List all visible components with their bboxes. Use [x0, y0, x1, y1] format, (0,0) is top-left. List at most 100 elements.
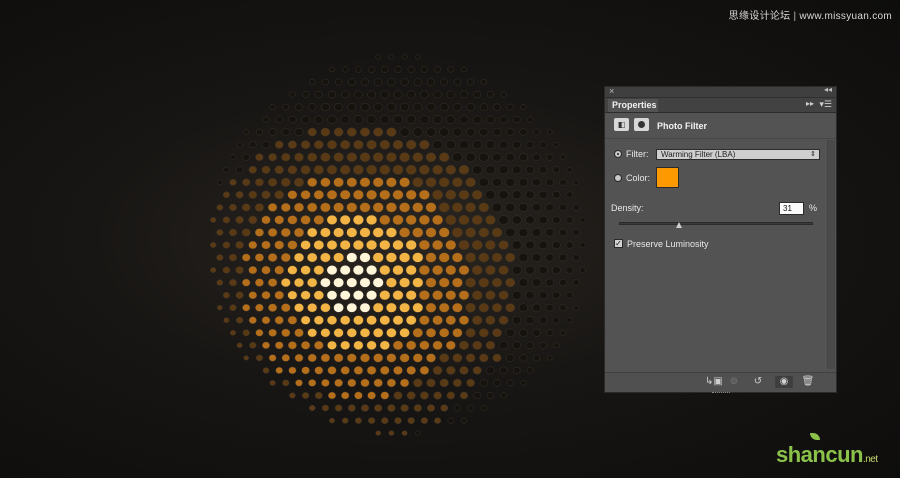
grille-hole	[281, 128, 290, 136]
grille-hole	[492, 303, 502, 313]
grille-hole	[412, 127, 423, 137]
panel-titlebar[interactable]: × ◂◂	[605, 85, 836, 98]
grille-hole	[532, 203, 542, 212]
grille-hole	[485, 265, 496, 275]
grille-hole	[566, 317, 573, 323]
grille-hole	[320, 353, 331, 363]
grille-hole	[360, 353, 370, 363]
density-slider-track[interactable]	[619, 222, 813, 225]
watermark-top-cn: 思缘设计论坛	[728, 11, 791, 22]
grille-hole	[267, 278, 278, 288]
resize-grip[interactable]	[712, 392, 730, 395]
grille-hole	[505, 252, 516, 263]
grille-hole	[459, 391, 469, 400]
adjustment-header: ◧ Photo Filter	[605, 113, 836, 139]
grille-hole	[413, 102, 423, 112]
color-radio[interactable]	[614, 174, 622, 182]
grille-hole	[366, 264, 378, 276]
grille-hole	[426, 353, 436, 363]
filter-select[interactable]: Warming Filter (LBA) ⇕	[656, 149, 820, 160]
grille-hole	[353, 164, 364, 175]
clip-to-layer-icon[interactable]: ↳▣	[705, 376, 723, 388]
grille-hole	[506, 103, 514, 111]
grille-hole	[512, 190, 522, 200]
grille-hole	[229, 330, 237, 336]
grille-hole	[434, 417, 442, 424]
grille-hole	[479, 103, 488, 111]
photo-filter-adjustment-icon[interactable]: ◧	[614, 118, 629, 131]
grille-hole	[339, 189, 351, 200]
grille-hole	[400, 78, 409, 86]
grille-hole	[512, 140, 522, 149]
grille-hole	[314, 366, 324, 375]
grille-hole	[294, 328, 304, 338]
grille-hole	[478, 277, 490, 288]
grille-hole	[552, 241, 561, 249]
grille-hole	[300, 215, 311, 225]
grille-hole	[301, 91, 310, 98]
density-unit: %	[809, 203, 818, 213]
grille-hole	[386, 327, 397, 338]
grille-hole	[386, 127, 397, 137]
grille-hole	[452, 353, 463, 363]
grille-hole	[261, 290, 271, 300]
grille-hole	[210, 217, 217, 223]
grille-hole	[498, 315, 509, 325]
grille-hole	[346, 252, 358, 263]
grille-hole	[326, 214, 338, 225]
grille-hole	[425, 202, 437, 213]
expand-icon[interactable]: ▸▸	[806, 99, 814, 108]
grille-hole	[381, 417, 389, 424]
collapse-icon[interactable]: ◂◂	[824, 85, 832, 94]
grille-hole	[288, 366, 297, 375]
grille-hole	[353, 340, 364, 350]
grille-hole	[217, 305, 223, 311]
grille-hole	[458, 165, 470, 175]
panel-menu-icon[interactable]: ▾☰	[819, 99, 832, 110]
grille-hole	[327, 366, 337, 375]
grille-hole	[300, 290, 311, 300]
grille-hole	[228, 228, 238, 237]
grille-hole	[373, 353, 384, 363]
grille-hole	[216, 204, 224, 211]
grille-hole	[465, 328, 476, 338]
grille-hole	[274, 290, 285, 300]
view-previous-state-icon[interactable]: ⊚	[727, 376, 741, 388]
grille-hole	[360, 127, 370, 137]
grille-hole	[274, 190, 285, 200]
eye-icon[interactable]: ◉	[775, 376, 793, 388]
panel-scrollbar[interactable]	[827, 140, 835, 369]
trash-icon[interactable]: 🗑	[801, 376, 815, 388]
grille-hole	[274, 341, 284, 350]
watermark-bottom-logo: shancun.net	[776, 433, 878, 468]
grille-hole	[415, 430, 421, 436]
layer-mask-icon[interactable]	[634, 118, 649, 131]
close-icon[interactable]: ×	[609, 86, 614, 96]
density-slider-thumb[interactable]	[676, 222, 683, 228]
grille-hole	[425, 277, 437, 288]
grille-hole	[465, 127, 476, 137]
grille-hole	[427, 404, 435, 412]
color-swatch[interactable]	[656, 167, 679, 188]
grille-hole	[373, 127, 384, 137]
grille-hole	[432, 264, 444, 276]
color-label: Color:	[626, 173, 651, 183]
grille-hole	[346, 277, 358, 288]
grille-hole	[472, 165, 483, 175]
reset-icon[interactable]: ↺	[751, 376, 765, 388]
grille-hole	[235, 316, 244, 324]
grille-hole	[329, 66, 335, 73]
filter-radio[interactable]	[614, 150, 622, 158]
grille-hole	[387, 404, 396, 412]
grille-hole	[301, 366, 310, 375]
grille-hole	[405, 164, 417, 175]
grille-hole	[262, 116, 270, 123]
grille-hole	[399, 378, 410, 388]
grille-hole	[359, 202, 371, 213]
grille-hole	[553, 342, 560, 349]
density-input[interactable]: 31	[779, 202, 804, 215]
tab-properties[interactable]: Properties	[608, 99, 658, 112]
grille-hole	[268, 128, 277, 136]
grille-hole	[451, 252, 463, 263]
preserve-luminosity-checkbox[interactable]: ✓	[614, 239, 623, 248]
